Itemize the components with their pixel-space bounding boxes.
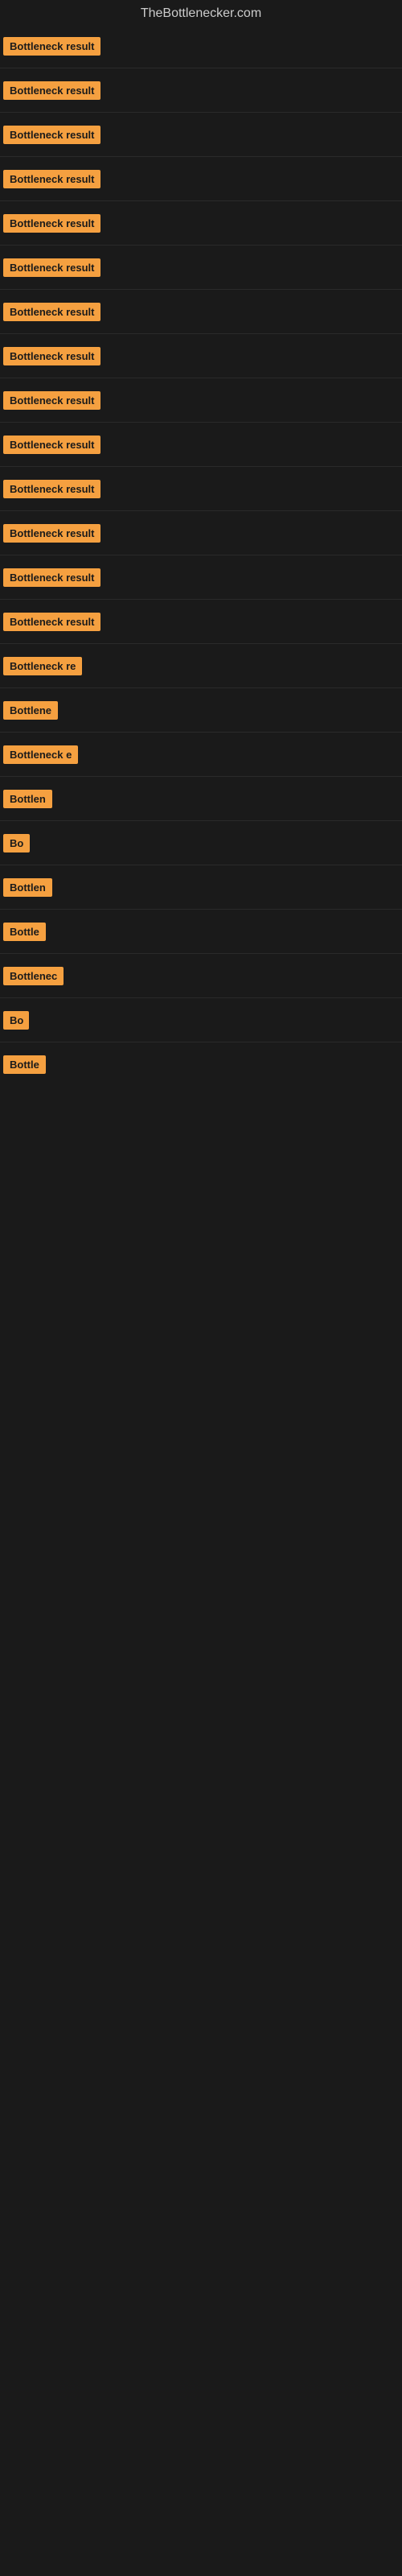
site-title: TheBottlenecker.com	[0, 0, 402, 24]
bottleneck-row-9: Bottleneck result	[0, 378, 402, 422]
bottleneck-row-24: Bottle	[0, 1042, 402, 1086]
bottleneck-badge-10[interactable]: Bottleneck result	[3, 436, 100, 454]
bottleneck-row-13: Bottleneck result	[0, 555, 402, 599]
bottleneck-row-5: Bottleneck result	[0, 200, 402, 245]
bottleneck-badge-4[interactable]: Bottleneck result	[3, 170, 100, 188]
bottleneck-badge-15[interactable]: Bottleneck re	[3, 657, 82, 675]
bottleneck-badge-19[interactable]: Bo	[3, 834, 30, 852]
bottleneck-row-7: Bottleneck result	[0, 289, 402, 333]
bottleneck-row-12: Bottleneck result	[0, 510, 402, 555]
bottleneck-row-21: Bottle	[0, 909, 402, 953]
bottleneck-badge-20[interactable]: Bottlen	[3, 878, 52, 897]
bottleneck-badge-5[interactable]: Bottleneck result	[3, 214, 100, 233]
bottleneck-badge-3[interactable]: Bottleneck result	[3, 126, 100, 144]
bottleneck-badge-7[interactable]: Bottleneck result	[3, 303, 100, 321]
bottleneck-badge-1[interactable]: Bottleneck result	[3, 37, 100, 56]
bottleneck-row-6: Bottleneck result	[0, 245, 402, 289]
bottleneck-badge-11[interactable]: Bottleneck result	[3, 480, 100, 498]
bottleneck-row-16: Bottlene	[0, 687, 402, 732]
bottleneck-badge-21[interactable]: Bottle	[3, 923, 46, 941]
items-container: Bottleneck result Bottleneck result Bottle…	[0, 24, 402, 1086]
bottleneck-badge-17[interactable]: Bottleneck e	[3, 745, 78, 764]
bottleneck-row-2: Bottleneck result	[0, 68, 402, 112]
bottleneck-row-14: Bottleneck result	[0, 599, 402, 643]
bottleneck-row-11: Bottleneck result	[0, 466, 402, 510]
bottleneck-row-22: Bottlenec	[0, 953, 402, 997]
bottleneck-badge-16[interactable]: Bottlene	[3, 701, 58, 720]
bottleneck-row-20: Bottlen	[0, 865, 402, 909]
bottleneck-row-10: Bottleneck result	[0, 422, 402, 466]
bottleneck-badge-14[interactable]: Bottleneck result	[3, 613, 100, 631]
bottleneck-row-15: Bottleneck re	[0, 643, 402, 687]
bottleneck-badge-24[interactable]: Bottle	[3, 1055, 46, 1074]
bottleneck-badge-6[interactable]: Bottleneck result	[3, 258, 100, 277]
bottleneck-badge-18[interactable]: Bottlen	[3, 790, 52, 808]
bottleneck-badge-13[interactable]: Bottleneck result	[3, 568, 100, 587]
bottleneck-row-18: Bottlen	[0, 776, 402, 820]
bottleneck-badge-9[interactable]: Bottleneck result	[3, 391, 100, 410]
bottleneck-row-17: Bottleneck e	[0, 732, 402, 776]
bottleneck-row-23: Bo	[0, 997, 402, 1042]
bottleneck-badge-22[interactable]: Bottlenec	[3, 967, 64, 985]
bottleneck-row-3: Bottleneck result	[0, 112, 402, 156]
bottleneck-row-19: Bo	[0, 820, 402, 865]
bottleneck-badge-12[interactable]: Bottleneck result	[3, 524, 100, 543]
bottleneck-row-1: Bottleneck result	[0, 24, 402, 68]
site-title-container: TheBottlenecker.com	[0, 0, 402, 24]
bottleneck-row-8: Bottleneck result	[0, 333, 402, 378]
bottleneck-badge-2[interactable]: Bottleneck result	[3, 81, 100, 100]
bottleneck-badge-23[interactable]: Bo	[3, 1011, 29, 1030]
bottleneck-row-4: Bottleneck result	[0, 156, 402, 200]
bottleneck-badge-8[interactable]: Bottleneck result	[3, 347, 100, 365]
